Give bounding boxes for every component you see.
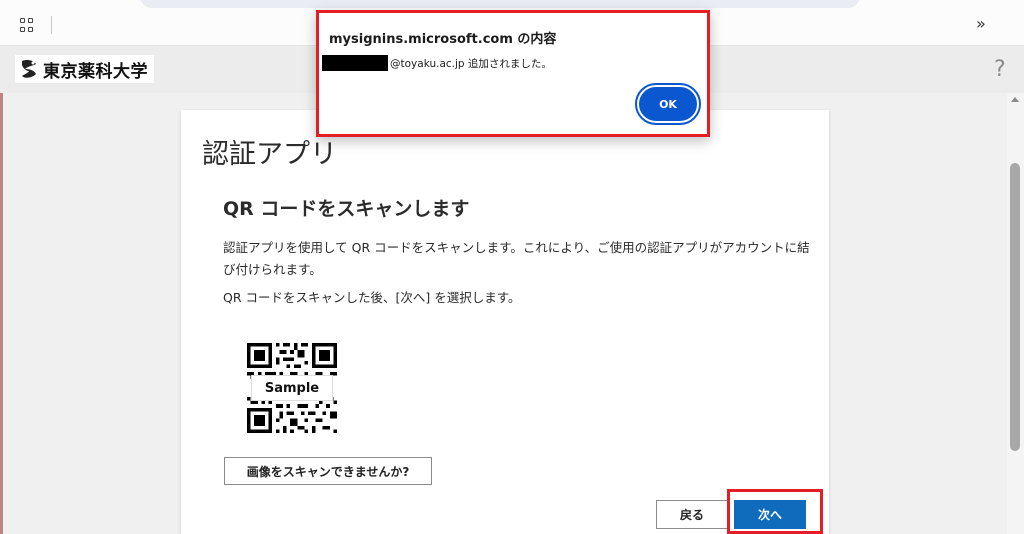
logo-emblem-icon	[22, 60, 36, 78]
authenticator-card: 認証アプリ QR コードをスキャンします 認証アプリを使用して QR コードをス…	[181, 110, 829, 534]
chevron-double-right-icon[interactable]: »	[976, 14, 986, 33]
scrollbar-thumb[interactable]	[1010, 163, 1020, 451]
scroll-up-icon[interactable]	[1011, 97, 1019, 102]
logo-text: 東京薬科大学	[43, 61, 148, 82]
next-button[interactable]: 次へ	[734, 500, 806, 529]
address-bar[interactable]	[140, 0, 860, 8]
toolbar-divider	[51, 16, 52, 34]
description-text: 認証アプリを使用して QR コードをスキャンします。これにより、ご使用の認証アプ…	[223, 240, 810, 277]
university-logo: 東京薬科大学	[15, 55, 154, 83]
qr-sample-label: Sample	[251, 375, 333, 401]
dialog-message-text: @toyaku.ac.jp 追加されました。	[390, 57, 552, 70]
page-title: 認証アプリ	[202, 139, 337, 170]
instruction-text: QR コードをスキャンした後、[次へ] を選択します。	[223, 290, 521, 305]
dialog-message: @toyaku.ac.jp 追加されました。	[322, 55, 552, 71]
cant-scan-image-button[interactable]: 画像をスキャンできませんか?	[224, 457, 432, 485]
apps-grid-icon[interactable]	[20, 18, 34, 32]
dialog-title: mysignins.microsoft.com の内容	[329, 32, 557, 47]
redacted-username	[322, 55, 388, 71]
left-edge-strip	[0, 93, 3, 534]
section-title: QR コードをスキャンします	[223, 198, 470, 220]
back-button[interactable]: 戻る	[656, 500, 728, 529]
ok-button[interactable]: OK	[635, 83, 701, 125]
help-icon[interactable]: ?	[994, 57, 1006, 82]
alert-dialog: mysignins.microsoft.com の内容 @toyaku.ac.j…	[316, 10, 710, 137]
